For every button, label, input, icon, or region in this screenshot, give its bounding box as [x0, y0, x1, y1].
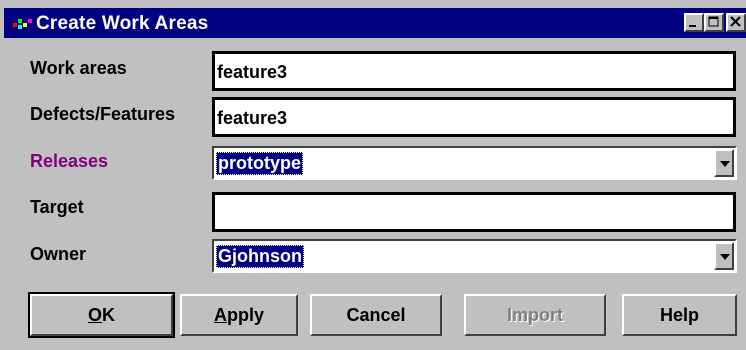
releases-label: Releases: [30, 151, 109, 171]
app-icon: [13, 17, 33, 29]
defects-features-value: feature3: [217, 108, 288, 128]
apply-button[interactable]: Apply: [180, 294, 298, 336]
minimize-icon: [689, 25, 696, 27]
title-bar[interactable]: Create Work Areas: [4, 8, 746, 38]
close-icon: [730, 16, 741, 27]
target-field[interactable]: [212, 192, 736, 232]
minimize-button[interactable]: [684, 13, 704, 32]
target-label: Target: [30, 197, 84, 217]
releases-select[interactable]: prototype: [212, 146, 737, 180]
cancel-button[interactable]: Cancel: [310, 294, 442, 336]
owner-select[interactable]: Gjohnson: [212, 239, 737, 273]
chevron-down-icon: [720, 161, 730, 167]
maximize-button[interactable]: [704, 13, 724, 32]
work-areas-label: Work areas: [30, 58, 127, 78]
cancel-button-label: Cancel: [346, 304, 406, 325]
chevron-down-icon: [720, 254, 730, 260]
create-work-areas-dialog: Create Work Areas Work areas feature3 De…: [0, 0, 746, 350]
window-title: Create Work Areas: [36, 13, 209, 34]
import-button: Import: [464, 294, 606, 336]
releases-dropdown-button[interactable]: [714, 149, 734, 177]
help-button[interactable]: Help: [622, 294, 737, 336]
defects-features-label: Defects/Features: [30, 104, 176, 124]
apply-button-label: Apply: [213, 304, 264, 325]
ok-button[interactable]: OK: [28, 292, 175, 338]
releases-selected-value: prototype: [216, 152, 303, 175]
help-button-label: Help: [659, 304, 699, 325]
import-button-label: Import: [507, 304, 563, 325]
close-button[interactable]: [726, 13, 746, 32]
owner-selected-value: Gjohnson: [216, 245, 304, 268]
ok-button-label: OK: [87, 304, 115, 325]
work-areas-value: feature3: [217, 62, 288, 82]
work-areas-field[interactable]: feature3: [212, 51, 736, 91]
owner-label: Owner: [30, 244, 87, 264]
owner-dropdown-button[interactable]: [714, 242, 734, 270]
defects-features-field[interactable]: feature3: [212, 97, 736, 137]
maximize-icon: [708, 16, 719, 27]
